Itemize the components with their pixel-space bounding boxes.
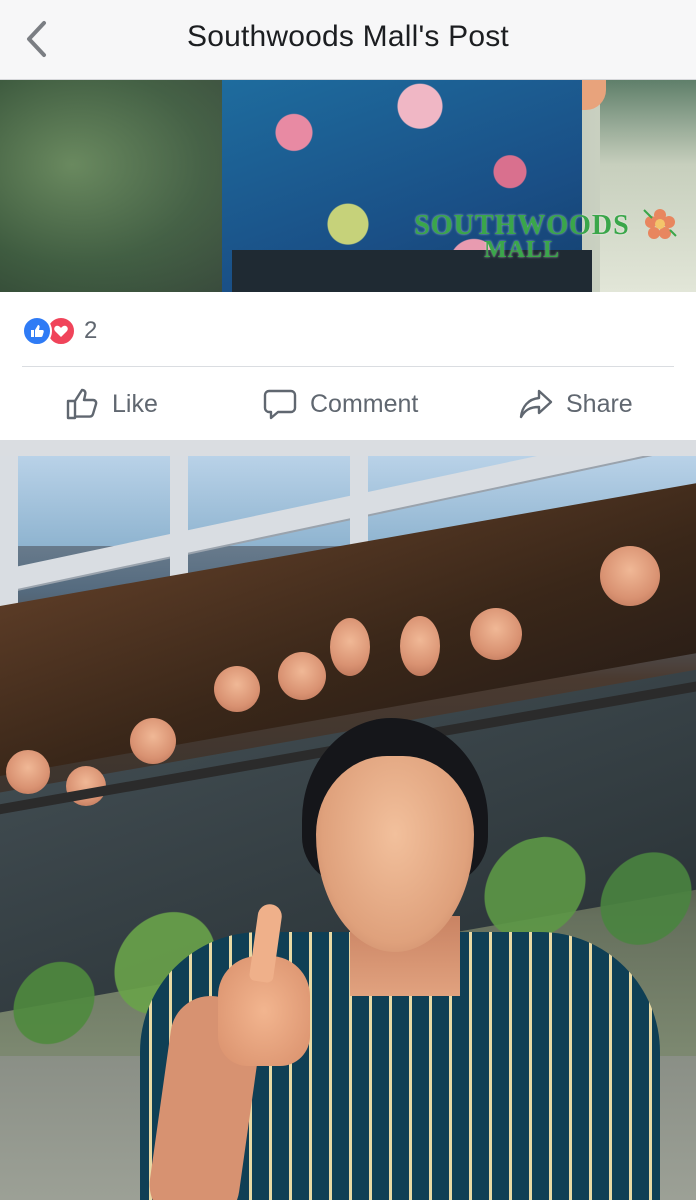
like-button[interactable]: Like	[64, 384, 158, 424]
post-action-bar: Like Comment Share	[0, 370, 696, 440]
share-label: Share	[566, 389, 633, 418]
photo-spectator	[214, 666, 260, 712]
brand-watermark: SOUTHWOODS MALL	[402, 210, 642, 263]
photo-truss	[350, 456, 368, 546]
photo-spectator	[600, 546, 660, 606]
page-title: Southwoods Mall's Post	[187, 20, 509, 53]
photo-spectator	[400, 616, 440, 676]
reaction-summary[interactable]: 2	[22, 314, 97, 348]
photo-spectator	[278, 652, 326, 700]
share-button[interactable]: Share	[518, 384, 633, 424]
watermark-line-1: SOUTHWOODS	[414, 210, 630, 241]
photo-spectator	[330, 618, 370, 676]
photo-spectator	[130, 718, 176, 764]
thumbs-up-icon	[66, 388, 98, 420]
reaction-count: 2	[84, 317, 98, 344]
photo-background	[0, 80, 240, 292]
comment-label: Comment	[310, 389, 419, 418]
photo-truss	[170, 456, 188, 576]
divider	[22, 366, 674, 367]
comment-button[interactable]: Comment	[262, 384, 418, 424]
navigation-bar: Southwoods Mall's Post	[0, 0, 696, 80]
watermark-line-2: MALL	[484, 237, 560, 263]
like-reaction-icon	[22, 316, 52, 346]
photo-truss	[0, 456, 18, 606]
post-photo[interactable]	[0, 456, 696, 1200]
comment-bubble-icon	[263, 389, 297, 420]
photo-spectator	[6, 750, 50, 794]
share-arrow-icon	[519, 389, 553, 419]
post-separator	[0, 440, 696, 456]
flower-logo-icon	[643, 209, 677, 239]
photo-spectator	[470, 608, 522, 660]
like-label: Like	[112, 389, 158, 418]
